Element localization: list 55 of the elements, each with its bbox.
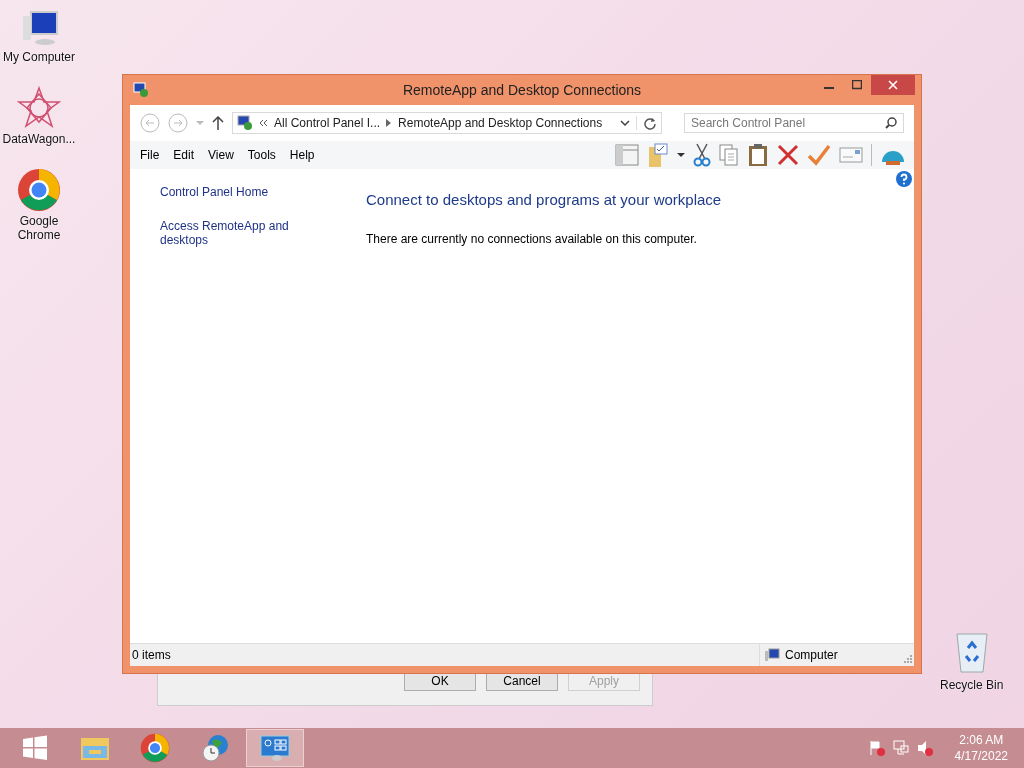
separator-arrow-icon	[386, 119, 393, 127]
clipboard-icon[interactable]	[747, 143, 769, 167]
refresh-icon[interactable]	[636, 116, 657, 130]
computer-icon	[764, 648, 780, 662]
flag-warning-icon[interactable]	[868, 740, 885, 756]
delete-x-icon[interactable]	[777, 144, 799, 166]
copy-icon[interactable]	[719, 144, 739, 166]
up-arrow-icon[interactable]	[212, 116, 224, 130]
desktop-icon-label[interactable]: DataWagon...	[2, 132, 76, 146]
menu-item[interactable]: Edit	[173, 148, 195, 162]
chrome-icon[interactable]	[140, 733, 170, 763]
recycle-bin-icon[interactable]	[953, 630, 990, 674]
globe-clock-icon[interactable]	[200, 733, 230, 763]
control-panel-icon[interactable]	[259, 734, 291, 762]
remote-desktop-icon	[133, 82, 149, 98]
remote-desktop-icon	[237, 115, 253, 131]
close-button[interactable]	[871, 75, 915, 95]
scissors-icon[interactable]	[693, 143, 711, 167]
chrome-icon[interactable]	[17, 168, 61, 212]
dropdown-caret-icon[interactable]	[620, 120, 630, 126]
forward-button[interactable]	[168, 113, 188, 133]
desktop-icon-label[interactable]: Google Chrome	[0, 214, 78, 242]
envelope-icon[interactable]	[839, 147, 863, 163]
dropdown-caret-icon[interactable]	[677, 152, 685, 158]
info-message: There are currently no connections available on this computer.	[366, 232, 698, 246]
double-chevron-icon[interactable]	[259, 119, 268, 127]
sidebar-link[interactable]: Access RemoteApp and desktops	[160, 219, 300, 247]
taskbar-button[interactable]	[246, 729, 304, 767]
network-icon[interactable]	[892, 740, 909, 756]
menu-item[interactable]: File	[140, 148, 160, 162]
status-item-count: 0 items	[132, 648, 171, 662]
address-bar[interactable]: All Control Panel I... RemoteApp and Desktop Connections	[232, 112, 662, 134]
search-field[interactable]: Search Control Panel	[684, 113, 904, 133]
breadcrumb[interactable]: RemoteApp and Desktop Connections	[398, 116, 603, 130]
help-icon[interactable]	[896, 171, 912, 187]
sidebar-link[interactable]: Control Panel Home	[160, 185, 300, 199]
breadcrumb[interactable]: All Control Panel I...	[274, 116, 381, 130]
star-pattern-icon[interactable]	[17, 86, 61, 130]
checkmark-icon[interactable]	[807, 144, 831, 166]
menu-item[interactable]: Tools	[247, 148, 276, 162]
close-icon[interactable]	[888, 80, 898, 90]
status-location: Computer	[785, 648, 838, 662]
search-icon	[885, 117, 897, 129]
desktop-icon-label[interactable]: Recycle Bin	[940, 678, 1004, 692]
page-heading: Connect to desktops and programs at your workplace	[366, 191, 723, 208]
back-button[interactable]	[140, 113, 160, 133]
folder-checklist-icon[interactable]	[647, 143, 669, 167]
desktop-icon-label[interactable]: My Computer	[3, 50, 75, 64]
speaker-muted-icon[interactable]	[916, 740, 933, 756]
window-title: RemoteApp and Desktop Connections	[401, 82, 643, 98]
maximize-icon[interactable]	[852, 80, 862, 90]
menu-item[interactable]: Help	[289, 148, 315, 162]
windows-logo-icon[interactable]	[21, 734, 49, 762]
resize-grip-icon[interactable]	[904, 655, 912, 663]
menu-item[interactable]: View	[208, 148, 234, 162]
